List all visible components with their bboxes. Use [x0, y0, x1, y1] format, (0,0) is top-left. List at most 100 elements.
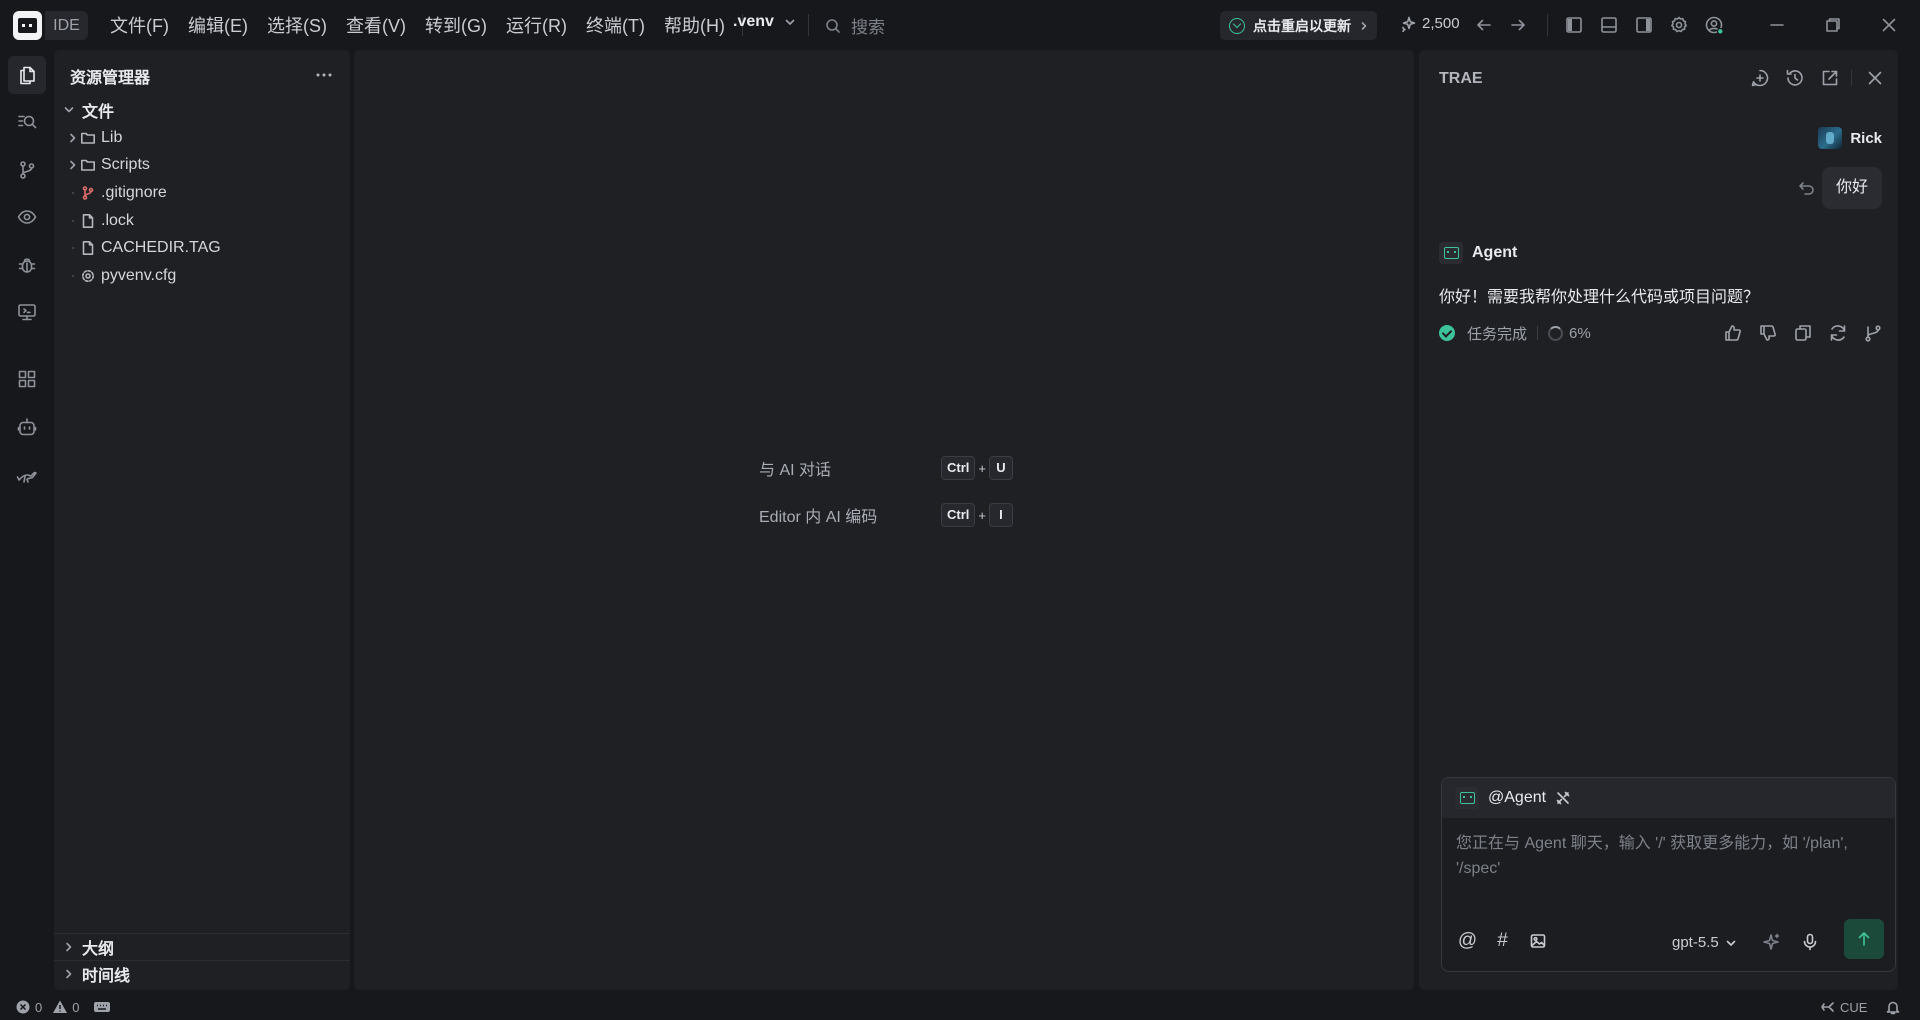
warning-count: 0: [72, 999, 80, 1015]
model-name: gpt-5.5: [1672, 934, 1719, 951]
toggle-bottom-panel-icon[interactable]: [1598, 14, 1620, 36]
tools-icon[interactable]: [1555, 790, 1571, 806]
chevron-down-icon: [62, 103, 76, 117]
credits-counter[interactable]: 2,500: [1400, 15, 1460, 32]
menu-file[interactable]: 文件(F): [102, 12, 177, 38]
chevron-right-icon: [62, 967, 76, 981]
agent-header: Agent: [1439, 242, 1517, 264]
tree-indent-dot: [66, 241, 80, 255]
tree-item-pyvenv[interactable]: pyvenv.cfg: [54, 262, 350, 290]
explorer-files-icon[interactable]: [8, 56, 46, 94]
back-arrow-icon[interactable]: [1473, 14, 1495, 36]
tree-item-cachedir[interactable]: CACHEDIR.TAG: [54, 234, 350, 262]
file-tree: 文件 Lib Scripts .gitignore .lock CACHEDIR…: [54, 96, 350, 290]
chat-input[interactable]: [1456, 831, 1881, 881]
open-external-icon[interactable]: [1819, 67, 1841, 89]
restore-icon[interactable]: [1821, 13, 1845, 37]
agent-mention-label[interactable]: @Agent: [1488, 789, 1546, 807]
user-avatar: [1818, 127, 1843, 149]
chevron-right-icon: [1359, 21, 1369, 31]
cue-icon: [1820, 999, 1836, 1015]
agent-robot-icon[interactable]: [8, 408, 46, 446]
menu-help[interactable]: 帮助(H): [656, 12, 733, 38]
git-icon: [80, 185, 96, 201]
source-control-icon[interactable]: [8, 151, 46, 189]
menu-run[interactable]: 运行(R): [498, 12, 575, 38]
menu-go[interactable]: 转到(G): [417, 12, 495, 38]
sparkle-enhance-icon[interactable]: [1760, 931, 1782, 953]
timeline-label: 时间线: [82, 968, 131, 985]
cue-indicator[interactable]: CUE: [1820, 999, 1867, 1015]
chevron-right-icon: [66, 158, 80, 172]
tree-item-lib[interactable]: Lib: [54, 124, 350, 152]
tree-item-scripts[interactable]: Scripts: [54, 151, 350, 179]
tree-item-lock[interactable]: .lock: [54, 207, 350, 235]
minimize-icon[interactable]: [1765, 13, 1789, 37]
check-circle-icon: [1439, 325, 1455, 341]
debug-bug-icon[interactable]: [8, 246, 46, 284]
menu-selection[interactable]: 选择(S): [259, 12, 335, 38]
timeline-section[interactable]: 时间线: [54, 960, 350, 987]
microphone-icon[interactable]: [1799, 931, 1821, 953]
key-cap: Ctrl: [941, 503, 976, 527]
new-chat-icon[interactable]: [1749, 67, 1771, 89]
chat-input-container: @Agent @ # gpt-5.5: [1441, 777, 1896, 972]
agent-logo-icon: [1455, 787, 1479, 809]
workspace-selector[interactable]: .venv: [733, 13, 796, 31]
close-window-icon[interactable]: [1877, 13, 1901, 37]
thumbs-down-icon[interactable]: [1757, 322, 1779, 344]
sparkle-icon: [1400, 16, 1416, 32]
file-icon: [80, 240, 96, 256]
mention-at-icon[interactable]: @: [1456, 929, 1479, 952]
menu-edit[interactable]: 编辑(E): [180, 12, 256, 38]
task-status-label: 任务完成: [1467, 325, 1528, 343]
notifications-bell-icon[interactable]: [1885, 999, 1901, 1015]
tree-root-label: 文件: [82, 103, 115, 121]
model-selector[interactable]: gpt-5.5: [1672, 934, 1737, 951]
warning-icon: [52, 999, 68, 1015]
user-message-bubble: 你好: [1821, 167, 1882, 209]
preview-eye-icon[interactable]: [8, 198, 46, 236]
ide-badge[interactable]: IDE: [45, 11, 88, 40]
explorer-panel: 资源管理器 文件 Lib Scripts .gitignore .lock CA…: [54, 50, 350, 990]
activity-bar: [0, 50, 54, 990]
thumbs-up-icon[interactable]: [1722, 322, 1744, 344]
undo-icon[interactable]: [1797, 178, 1817, 198]
key-cap: I: [988, 503, 1013, 527]
branch-icon[interactable]: [1862, 322, 1884, 344]
ai-chat-panel: TRAE Rick 你好 Agent 你好！需要我帮你处理什么代码或项目问题？ …: [1419, 50, 1898, 990]
toggle-left-sidebar-icon[interactable]: [1563, 14, 1585, 36]
app-logo: [13, 11, 42, 40]
cue-label: CUE: [1840, 999, 1868, 1015]
chevron-down-icon: [784, 16, 796, 28]
regenerate-icon[interactable]: [1827, 322, 1849, 344]
forward-arrow-icon[interactable]: [1507, 14, 1529, 36]
image-upload-icon[interactable]: [1526, 929, 1549, 952]
search-box[interactable]: 搜索: [825, 13, 885, 38]
history-icon[interactable]: [1784, 67, 1806, 89]
more-actions-icon[interactable]: [312, 63, 336, 87]
hashtag-icon[interactable]: #: [1491, 929, 1514, 952]
tree-root-folder[interactable]: 文件: [54, 96, 350, 124]
menu-terminal[interactable]: 终端(T): [578, 12, 653, 38]
menu-view[interactable]: 查看(V): [338, 12, 414, 38]
editor-area[interactable]: 与 AI 对话 Ctrl + U Editor 内 AI 编码 Ctrl + I: [354, 50, 1414, 990]
restart-update-button[interactable]: 点击重启以更新: [1220, 11, 1377, 40]
problems-indicator[interactable]: 0 0: [15, 999, 111, 1015]
keyboard-icon[interactable]: [93, 999, 111, 1015]
close-panel-icon[interactable]: [1864, 67, 1886, 89]
download-icon: [1229, 17, 1245, 34]
kangaroo-icon[interactable]: [8, 455, 46, 493]
toggle-right-sidebar-icon[interactable]: [1633, 14, 1655, 36]
user-name: Rick: [1850, 129, 1882, 147]
remote-monitor-icon[interactable]: [8, 293, 46, 331]
chevron-right-icon: [66, 131, 80, 145]
tree-item-gitignore[interactable]: .gitignore: [54, 179, 350, 207]
outline-section[interactable]: 大纲: [54, 933, 350, 960]
search-replace-icon[interactable]: [8, 103, 46, 141]
send-button[interactable]: [1844, 919, 1884, 959]
extensions-grid-icon[interactable]: [8, 360, 46, 398]
copy-icon[interactable]: [1792, 322, 1814, 344]
settings-gear-icon[interactable]: [1668, 14, 1690, 36]
account-icon[interactable]: [1703, 14, 1725, 36]
